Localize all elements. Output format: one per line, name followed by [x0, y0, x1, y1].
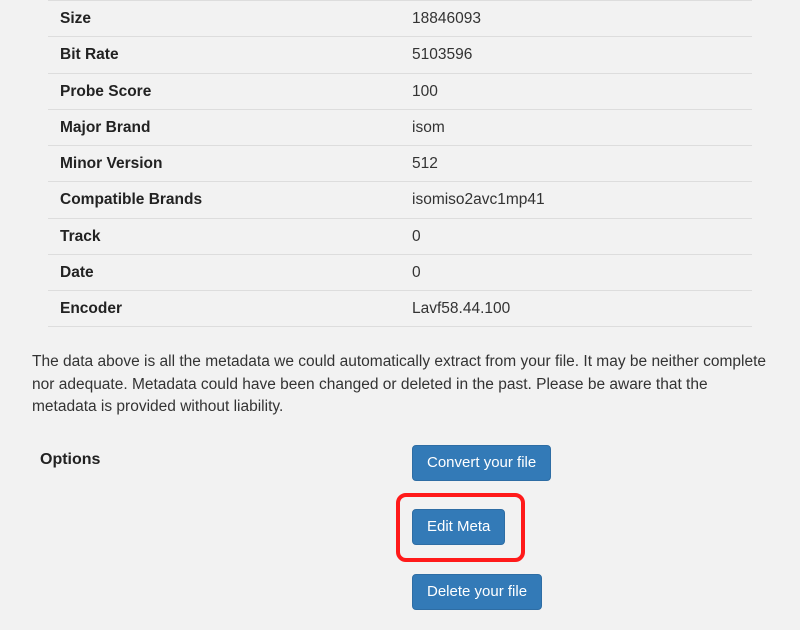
metadata-label: Minor Version — [48, 146, 400, 182]
metadata-value: isomiso2avc1mp41 — [400, 182, 752, 218]
edit-meta-highlight: Edit Meta — [396, 493, 525, 562]
metadata-label: Compatible Brands — [48, 182, 400, 218]
metadata-value: 5103596 — [400, 37, 752, 73]
metadata-value: 100 — [400, 73, 752, 109]
metadata-table: Size 18846093 Bit Rate 5103596 Probe Sco… — [48, 0, 752, 327]
metadata-value: isom — [400, 109, 752, 145]
options-heading: Options — [40, 445, 412, 469]
metadata-label: Size — [48, 1, 400, 37]
metadata-value: 0 — [400, 218, 752, 254]
metadata-disclaimer: The data above is all the metadata we co… — [32, 351, 768, 418]
metadata-value: 512 — [400, 146, 752, 182]
table-row: Compatible Brands isomiso2avc1mp41 — [48, 182, 752, 218]
edit-meta-button[interactable]: Edit Meta — [412, 509, 505, 545]
table-row: Minor Version 512 — [48, 146, 752, 182]
metadata-label: Major Brand — [48, 109, 400, 145]
table-row: Track 0 — [48, 218, 752, 254]
metadata-label: Encoder — [48, 291, 400, 327]
delete-file-button[interactable]: Delete your file — [412, 574, 542, 610]
table-row: Major Brand isom — [48, 109, 752, 145]
metadata-label: Track — [48, 218, 400, 254]
table-row: Size 18846093 — [48, 1, 752, 37]
metadata-value: 18846093 — [400, 1, 752, 37]
table-row: Date 0 — [48, 254, 752, 290]
metadata-value: Lavf58.44.100 — [400, 291, 752, 327]
metadata-label: Probe Score — [48, 73, 400, 109]
table-row: Probe Score 100 — [48, 73, 752, 109]
table-row: Encoder Lavf58.44.100 — [48, 291, 752, 327]
metadata-label: Date — [48, 254, 400, 290]
table-row: Bit Rate 5103596 — [48, 37, 752, 73]
metadata-value: 0 — [400, 254, 752, 290]
convert-file-button[interactable]: Convert your file — [412, 445, 551, 481]
metadata-label: Bit Rate — [48, 37, 400, 73]
